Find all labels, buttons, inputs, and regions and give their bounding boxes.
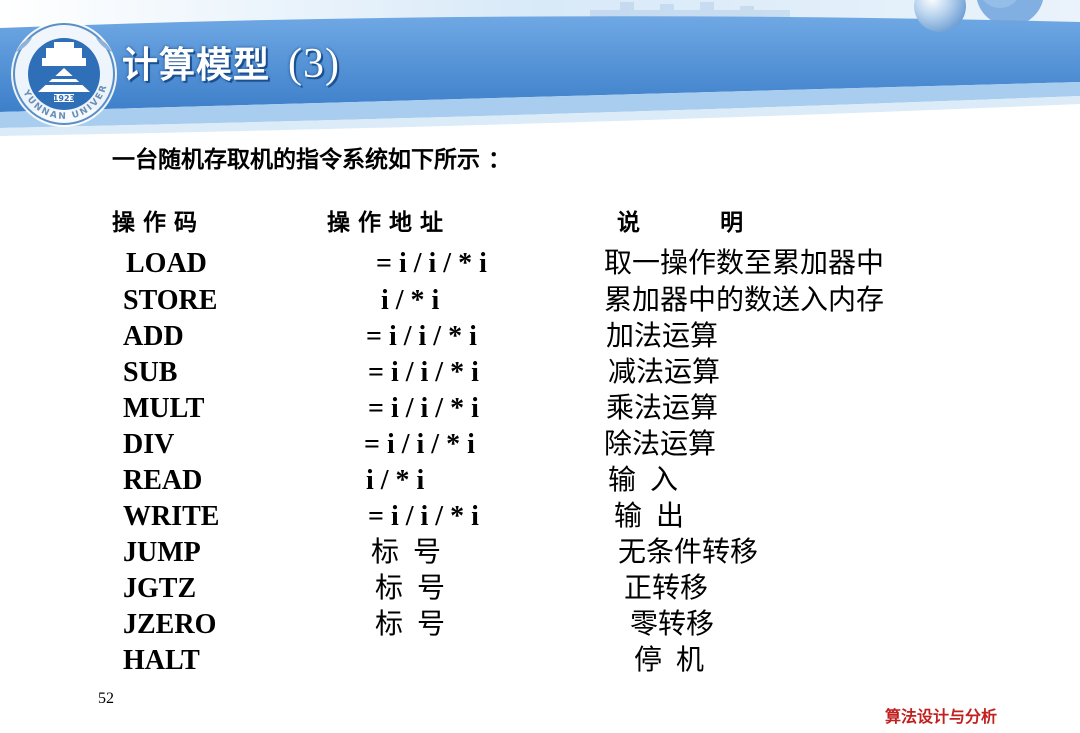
row-opcode: DIV [123, 429, 175, 460]
page-number: 52 [98, 690, 114, 707]
row-address: = i / i / * i [376, 248, 487, 279]
title-number: (3) [288, 41, 340, 87]
row-address: i / * i [381, 285, 440, 316]
row-opcode: JZERO [123, 609, 217, 640]
row-description: 乘法运算 [606, 393, 719, 424]
column-header-address: 操 作 地 址 [327, 210, 444, 236]
row-description: 累加器中的数送入内存 [604, 285, 885, 316]
row-description: 零转移 [630, 609, 715, 640]
row-opcode: JUMP [123, 537, 201, 568]
row-description: 除法运算 [604, 429, 717, 460]
row-opcode: JGTZ [123, 573, 197, 604]
row-description: 减法运算 [608, 357, 721, 388]
row-opcode: WRITE [123, 501, 220, 532]
row-address: = i / i / * i [368, 357, 479, 388]
university-logo: 1923 YUNNAN UNIVERSITY [3, 11, 120, 130]
row-description: 正转移 [624, 573, 709, 604]
row-description: 输 出 [614, 501, 685, 532]
row-description: 输 入 [608, 465, 679, 496]
row-address: 标 号 [375, 573, 446, 604]
row-opcode: SUB [123, 357, 178, 388]
row-description: 加法运算 [606, 321, 719, 352]
row-opcode: MULT [123, 393, 205, 424]
row-address: 标 号 [371, 537, 442, 568]
row-address: i / * i [366, 465, 425, 496]
row-opcode: HALT [123, 645, 200, 676]
footer-course-title: 算法设计与分析 [885, 707, 998, 726]
row-address: = i / i / * i [366, 321, 477, 352]
row-address: = i / i / * i [368, 501, 479, 532]
row-address: = i / i / * i [368, 393, 479, 424]
column-header-opcode: 操 作 码 [112, 210, 198, 236]
row-opcode: LOAD [126, 248, 207, 279]
column-header-description: 说 明 [617, 210, 744, 236]
slide-title: 计算模型 (3) [122, 36, 340, 88]
slide: 1923 YUNNAN UNIVERSITY 计算模型 (3) 一台随机存取机的指… [0, 0, 1080, 733]
slide-subtitle: 一台随机存取机的指令系统如下所示 ： [112, 147, 512, 173]
svg-text:1923: 1923 [53, 94, 75, 103]
row-opcode: STORE [123, 285, 218, 316]
row-description: 无条件转移 [618, 537, 759, 568]
row-opcode: READ [123, 465, 203, 496]
title-text: 计算模型 [122, 45, 271, 86]
row-address: = i / i / * i [364, 429, 475, 460]
row-address: 标 号 [375, 609, 446, 640]
row-description: 停 机 [634, 645, 705, 676]
row-description: 取一操作数至累加器中 [604, 248, 885, 279]
row-opcode: ADD [123, 321, 184, 352]
